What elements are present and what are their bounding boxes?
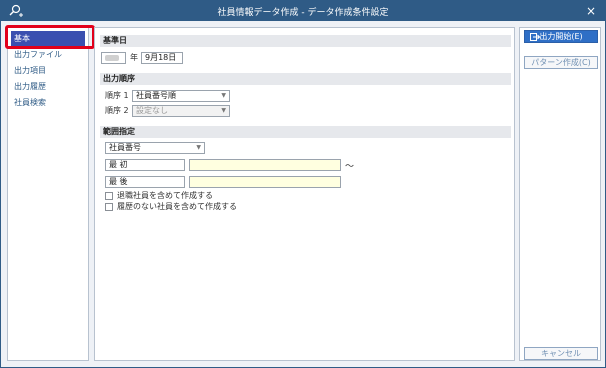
order-1-label: 順序 1: [105, 91, 129, 100]
window-title: 社員情報データ作成 - データ作成条件設定: [217, 8, 389, 18]
range-last-input[interactable]: [189, 176, 341, 188]
cancel-button[interactable]: キャンセル: [524, 347, 598, 360]
range-field-select[interactable]: 社員番号 ▼: [105, 142, 205, 154]
chevron-down-icon: ▼: [221, 92, 226, 99]
create-pattern-button[interactable]: パターン作成(C): [524, 56, 598, 69]
last-label-box: 最 後: [105, 176, 185, 188]
include-retired-checkbox[interactable]: [105, 192, 113, 200]
close-icon[interactable]: ×: [583, 3, 599, 19]
sidebar: 基本 出力ファイル 出力項目 出力履歴 社員検索: [7, 27, 89, 361]
section-range-heading: 範囲指定: [100, 126, 511, 138]
highlight-box: [5, 25, 95, 49]
section-order-heading: 出力順序: [100, 73, 511, 85]
chevron-down-icon: ▼: [221, 107, 226, 114]
section-base-date-heading: 基準日: [100, 35, 511, 47]
main-panel: 基準日 年 9月18日 出力順序 順序 1 社員番号順 ▼ 順序 2 設定なし …: [94, 27, 515, 361]
first-label-box: 最 初: [105, 159, 185, 171]
order-2-label: 順序 2: [105, 106, 129, 115]
sidebar-item-employee-search[interactable]: 社員検索: [8, 95, 88, 111]
start-output-label: 出力開始(E): [539, 32, 583, 41]
order-1-value: 社員番号順: [136, 91, 176, 100]
order-2-value: 設定なし: [136, 106, 168, 115]
action-panel: 出力開始(E) パターン作成(C) キャンセル: [519, 27, 601, 361]
include-no-history-checkbox[interactable]: [105, 203, 113, 211]
start-output-button[interactable]: 出力開始(E): [524, 30, 598, 43]
order-1-select[interactable]: 社員番号順 ▼: [132, 90, 230, 102]
range-first-input[interactable]: [189, 159, 341, 171]
chevron-down-icon: ▼: [196, 144, 201, 151]
sidebar-item-output-items[interactable]: 出力項目: [8, 63, 88, 79]
range-tilde: ～: [345, 162, 355, 172]
blurred-year: [105, 55, 119, 61]
sidebar-item-output-file[interactable]: 出力ファイル: [8, 47, 88, 63]
year-label: 年: [130, 53, 138, 62]
include-no-history-label: 履歴のない社員を含めて作成する: [117, 202, 237, 211]
era-year-field[interactable]: [101, 52, 126, 64]
order-2-select[interactable]: 設定なし ▼: [132, 105, 230, 117]
date-field[interactable]: 9月18日: [141, 52, 183, 64]
range-field-value: 社員番号: [109, 143, 141, 152]
sidebar-item-output-history[interactable]: 出力履歴: [8, 79, 88, 95]
export-icon: [530, 33, 540, 41]
dialog-window: 社員情報データ作成 - データ作成条件設定 × 基本 出力ファイル 出力項目 出…: [0, 0, 606, 368]
title-bar: 社員情報データ作成 - データ作成条件設定 ×: [1, 1, 605, 21]
